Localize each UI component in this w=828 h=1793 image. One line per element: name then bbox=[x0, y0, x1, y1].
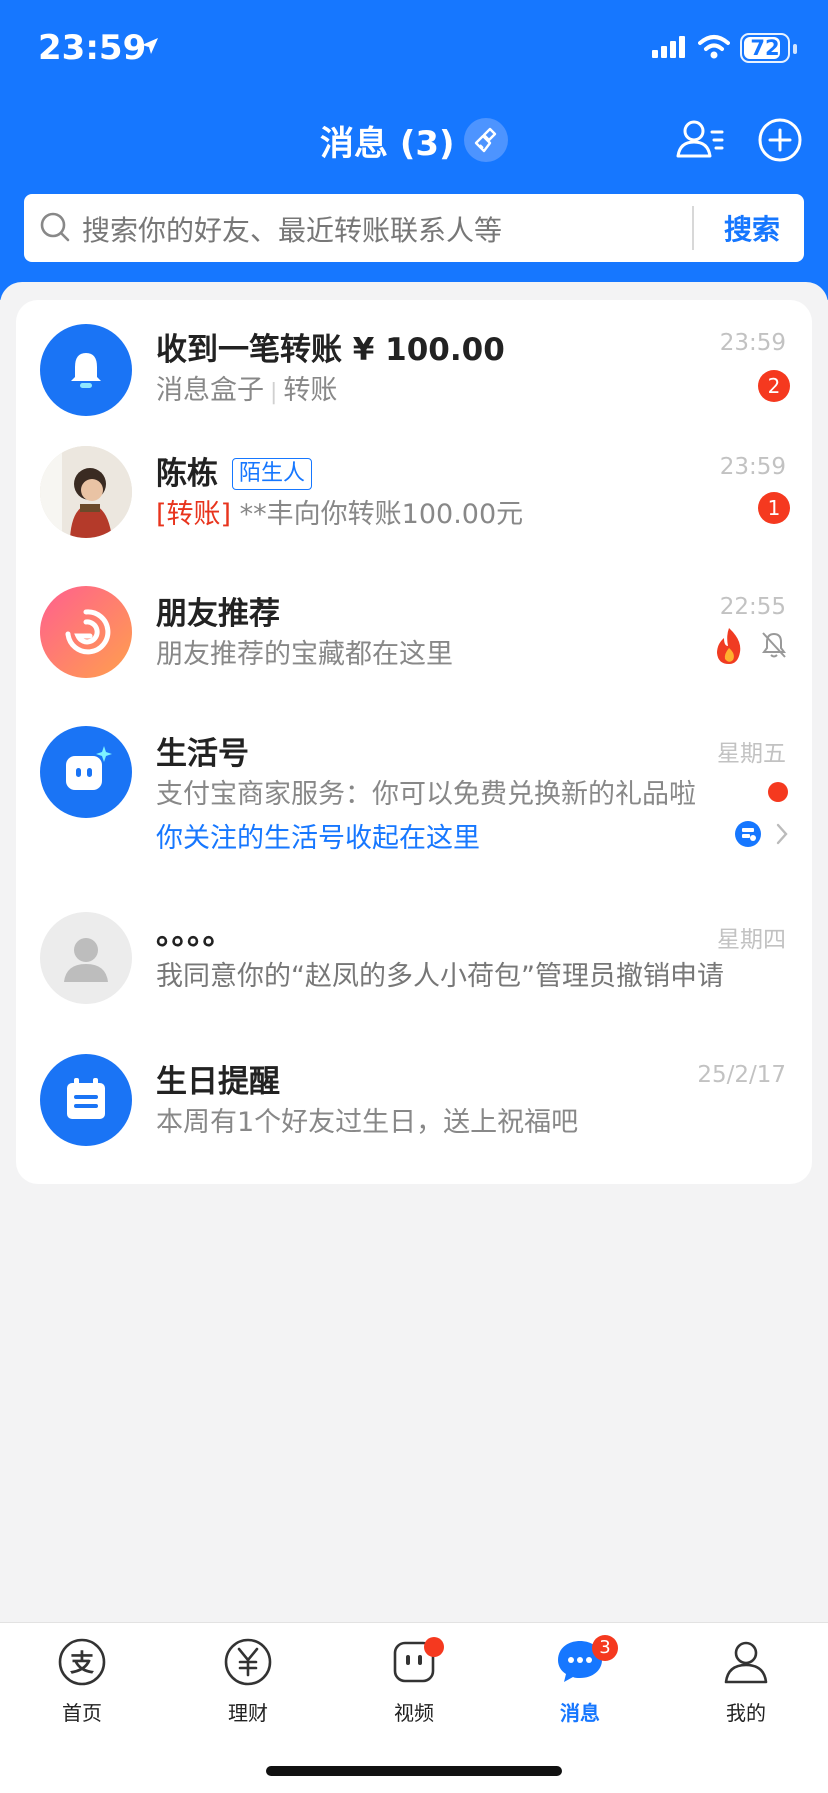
message-time: 23:59 bbox=[719, 330, 786, 356]
tab-label: 消息 bbox=[560, 1701, 600, 1725]
friend-recommend-icon bbox=[65, 609, 111, 655]
sub-label: 转账 bbox=[283, 375, 338, 406]
service-icon bbox=[735, 821, 761, 847]
tab-label: 视频 bbox=[394, 1701, 434, 1725]
default-avatar-icon bbox=[64, 938, 108, 982]
stranger-tag: 陌生人 bbox=[232, 458, 313, 490]
tab-wealth[interactable]: 理财 bbox=[188, 1637, 308, 1726]
message-time: 22:55 bbox=[719, 594, 786, 620]
transfer-label: [转账] bbox=[156, 499, 232, 530]
chevron-right-icon[interactable] bbox=[774, 822, 790, 846]
user-photo-icon bbox=[40, 446, 132, 538]
search-bar[interactable]: 搜索你的好友、最近转账联系人等 搜索 bbox=[24, 194, 804, 262]
search-icon bbox=[40, 212, 70, 242]
tab-home[interactable]: 支 首页 bbox=[22, 1637, 142, 1726]
tab-label: 首页 bbox=[62, 1701, 102, 1725]
add-icon[interactable] bbox=[756, 116, 804, 164]
svg-text:支: 支 bbox=[70, 1649, 95, 1677]
message-title: 朋友推荐 bbox=[156, 596, 280, 632]
home-indicator bbox=[266, 1766, 562, 1776]
unread-badge: 2 bbox=[758, 370, 790, 402]
message-title: 。。。。 bbox=[156, 916, 234, 952]
sub-label: 消息盒子 bbox=[156, 375, 264, 406]
bell-avatar bbox=[40, 324, 132, 416]
search-input[interactable]: 搜索你的好友、最近转账联系人等 bbox=[82, 209, 502, 249]
alipay-home-icon: 支 bbox=[58, 1638, 106, 1686]
message-list: 收到一笔转账 ¥ 100.00 消息盒子 | 转账 23:59 2 陈栋 陌生人 [转… bbox=[16, 300, 812, 1184]
message-title: 生日提醒 bbox=[156, 1064, 280, 1100]
mute-bell-icon bbox=[762, 632, 786, 658]
friend-recommend-avatar bbox=[40, 586, 132, 678]
birthday-avatar bbox=[40, 1054, 132, 1146]
page-title: 消息 (3) bbox=[320, 124, 455, 164]
list-item[interactable]: 生活号 支付宝商家服务：你可以免费兑换新的礼品啦 你关注的生活号收起在这里 星期… bbox=[16, 706, 812, 892]
bell-icon bbox=[71, 353, 101, 388]
list-item[interactable]: 陈栋 陌生人 [转账] **丰向你转账100.00元 23:59 1 bbox=[16, 424, 812, 566]
clean-button[interactable] bbox=[464, 118, 508, 162]
tab-label: 我的 bbox=[726, 1701, 766, 1725]
battery-level: 72 bbox=[750, 36, 780, 60]
location-icon bbox=[142, 38, 158, 54]
profile-icon bbox=[724, 1641, 768, 1684]
unread-dot bbox=[768, 782, 788, 802]
message-title: 陈栋 陌生人 bbox=[156, 448, 313, 493]
list-item[interactable]: 收到一笔转账 ¥ 100.00 消息盒子 | 转账 23:59 2 bbox=[16, 300, 812, 424]
message-time: 星期五 bbox=[717, 741, 786, 767]
unread-badge: 1 bbox=[758, 492, 790, 524]
wealth-icon bbox=[224, 1638, 272, 1686]
wifi-icon bbox=[698, 35, 730, 59]
message-time: 星期四 bbox=[717, 927, 786, 953]
message-preview: 我同意你的“赵凤的多人小荷包”管理员撤销申请 bbox=[156, 961, 724, 992]
message-title: 收到一笔转账 ¥ 100.00 bbox=[156, 332, 505, 368]
calendar-icon bbox=[67, 1078, 105, 1119]
preview-text: **丰向你转账100.00元 bbox=[231, 499, 524, 530]
lifestyle-account-icon bbox=[66, 746, 112, 790]
lifestyle-folded-link[interactable]: 你关注的生活号收起在这里 bbox=[156, 816, 480, 855]
broom-icon bbox=[474, 127, 497, 153]
signal-icon bbox=[652, 36, 685, 58]
message-preview: [转账] **丰向你转账100.00元 bbox=[156, 492, 523, 531]
status-time: 23:59 bbox=[38, 28, 147, 68]
message-preview: 朋友推荐的宝藏都在这里 bbox=[156, 639, 453, 670]
contact-name: 陈栋 bbox=[156, 456, 218, 492]
list-item[interactable]: 朋友推荐 朋友推荐的宝藏都在这里 22:55 bbox=[16, 566, 812, 706]
status-bar: 23:59 72 bbox=[0, 0, 828, 100]
contacts-icon[interactable] bbox=[674, 114, 726, 166]
message-time: 23:59 bbox=[719, 454, 786, 480]
tab-label: 理财 bbox=[228, 1701, 268, 1725]
tab-profile[interactable]: 我的 bbox=[686, 1637, 806, 1726]
default-avatar bbox=[40, 912, 132, 1004]
lifestyle-avatar bbox=[40, 726, 132, 818]
video-dot bbox=[424, 1637, 444, 1657]
list-item[interactable]: 生日提醒 本周有1个好友过生日，送上祝福吧 25/2/17 bbox=[16, 1034, 812, 1184]
message-title: 生活号 bbox=[156, 736, 249, 772]
user-photo bbox=[40, 446, 132, 538]
tab-video[interactable]: 视频 bbox=[354, 1637, 474, 1726]
battery-icon: 72 bbox=[740, 33, 790, 63]
message-preview: 本周有1个好友过生日，送上祝福吧 bbox=[156, 1107, 579, 1138]
divider bbox=[692, 206, 694, 250]
list-item[interactable]: 。。。。 我同意你的“赵凤的多人小荷包”管理员撤销申请 星期四 bbox=[16, 892, 812, 1034]
fire-icon bbox=[717, 628, 741, 664]
message-preview: 消息盒子 | 转账 bbox=[156, 375, 338, 406]
header: 23:59 72 消息 (3) 搜索你的好友、最近转账联系人等 搜索 bbox=[0, 0, 828, 300]
tab-messages[interactable]: 3 消息 bbox=[520, 1635, 640, 1726]
message-time: 25/2/17 bbox=[697, 1062, 786, 1088]
search-button[interactable]: 搜索 bbox=[704, 208, 800, 248]
message-preview: 支付宝商家服务：你可以免费兑换新的礼品啦 bbox=[156, 779, 696, 810]
message-badge: 3 bbox=[592, 1635, 618, 1661]
